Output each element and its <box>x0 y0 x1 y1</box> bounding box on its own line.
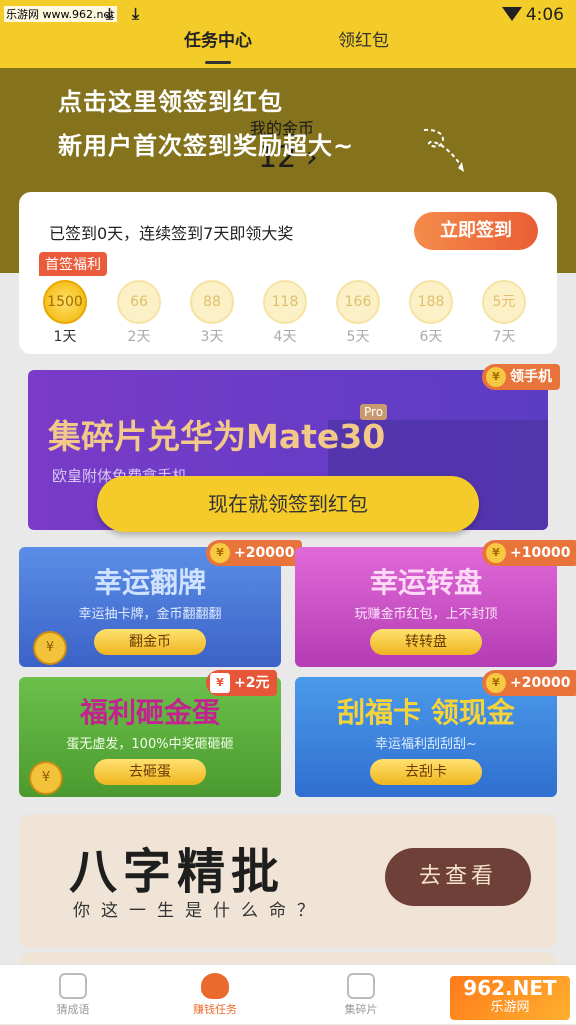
day-item[interactable]: 5元 7天 <box>474 280 534 346</box>
card-desc: 幸运福利刮刮刮~ <box>375 737 477 752</box>
card-title: 福利砸金蛋 <box>79 696 220 729</box>
fan-icon <box>59 973 87 999</box>
puzzle-icon <box>347 973 375 999</box>
reward-badge: ¥ +10000 <box>482 540 576 566</box>
phone-badge: ¥ 领手机 <box>482 364 560 390</box>
wifi-icon <box>502 7 522 21</box>
guide-text-line2: 新用户首次签到奖励超大~ <box>58 132 355 160</box>
claim-red-packet-button[interactable]: 现在就领签到红包 <box>97 476 479 532</box>
bottom-navigation: 猜成语 赚钱任务 集碎片 962.NET 乐游网 <box>0 964 576 1024</box>
nav-label: 集碎片 <box>344 1003 378 1016</box>
money-bag-icon <box>201 973 229 999</box>
day-label: 4天 <box>273 329 297 345</box>
card-title: 幸运转盘 <box>369 566 482 599</box>
guide-arrow-icon <box>423 128 464 172</box>
spin-wheel-button[interactable]: 转转盘 <box>370 629 482 655</box>
card-title: 幸运翻牌 <box>93 566 206 599</box>
coin-icon: 66 <box>117 280 161 324</box>
coin-icon: 5元 <box>482 280 526 324</box>
day-label: 6天 <box>419 329 443 345</box>
view-fortune-button[interactable]: 去查看 <box>385 848 531 906</box>
first-sign-badge: 首签福利 <box>39 252 107 276</box>
clock: 4:06 <box>525 5 564 25</box>
coin-icon: ¥ <box>33 631 67 665</box>
yen-coin-icon: ¥ <box>486 673 506 693</box>
tab-task-center[interactable]: 任务中心 <box>184 30 252 68</box>
day-item[interactable]: 166 5天 <box>328 280 388 346</box>
site-watermark-logo: 962.NET 乐游网 <box>450 976 570 1020</box>
coin-icon: 166 <box>336 280 380 324</box>
download-icon: ⤓ <box>106 4 114 23</box>
day-item[interactable]: 188 6天 <box>401 280 461 346</box>
fortune-title: 八字精批 <box>69 844 286 900</box>
coin-icon: 1500 <box>43 280 87 324</box>
day-item[interactable]: 1500 1天 <box>35 280 95 346</box>
smash-egg-button[interactable]: 去砸蛋 <box>94 759 206 785</box>
day-label: 2天 <box>127 329 151 345</box>
nav-item-collect-fragments[interactable]: 集碎片 <box>316 965 406 1025</box>
day-item[interactable]: 118 4天 <box>255 280 315 346</box>
day-item[interactable]: 66 2天 <box>109 280 169 346</box>
day-label: 7天 <box>492 329 516 345</box>
fortune-subtitle: 你这一生是什么命？ <box>73 901 325 921</box>
sign-in-days: 1500 1天 66 2天 88 3天 118 4天 166 5天 188 6天… <box>35 280 545 345</box>
coin-icon: 188 <box>409 280 453 324</box>
nav-item-guess-idiom[interactable]: 猜成语 <box>28 965 118 1025</box>
day-label: 5天 <box>346 329 370 345</box>
tab-red-packet[interactable]: 领红包 <box>338 30 389 68</box>
flip-coin-button[interactable]: 翻金币 <box>94 629 206 655</box>
day-label: 1天 <box>53 329 77 345</box>
pro-tag: Pro <box>360 404 388 420</box>
sign-in-card: 已签到0天，连续签到7天即领大奖 立即签到 首签福利 1500 1天 66 2天… <box>19 192 557 354</box>
scratch-card-button[interactable]: 去刮卡 <box>370 759 482 785</box>
banner-title: 集碎片兑华为Mate30 <box>48 417 386 456</box>
card-desc: 玩赚金币红包，上不封顶 <box>354 607 498 622</box>
reward-badge: ¥ +20000 <box>206 540 303 566</box>
card-title: 刮福卡 领现金 <box>337 696 515 729</box>
sign-in-button[interactable]: 立即签到 <box>414 212 538 250</box>
top-tab-bar: 任务中心 领红包 <box>0 30 576 68</box>
guide-text-line1: 点击这里领签到红包 <box>58 88 283 116</box>
sign-in-status: 已签到0天，连续签到7天即领大奖 <box>49 224 294 243</box>
download-icon: ⤓ <box>132 4 140 23</box>
day-label: 3天 <box>200 329 224 345</box>
reward-badge: ¥ +20000 <box>482 670 576 696</box>
yen-coin-icon: ¥ <box>486 367 506 387</box>
reward-badge: ¥ +2元 <box>206 670 278 696</box>
fortune-reading-card[interactable]: 八字精批 你这一生是什么命？ 去查看 <box>19 814 557 948</box>
yen-coin-icon: ¥ <box>210 543 230 563</box>
status-bar: 乐游网 www.962.net ⤓ ⤓ 4:06 <box>0 0 576 30</box>
red-packet-icon: ¥ <box>210 673 230 693</box>
card-desc: 幸运抽卡牌，金币翻翻翻 <box>78 607 222 622</box>
nav-label: 赚钱任务 <box>193 1003 237 1016</box>
nav-item-earn-tasks[interactable]: 赚钱任务 <box>170 965 260 1025</box>
coin-icon: 88 <box>190 280 234 324</box>
coin-icon: 118 <box>263 280 307 324</box>
day-item[interactable]: 88 3天 <box>182 280 242 346</box>
source-watermark: 乐游网 www.962.net <box>4 6 117 22</box>
card-desc: 蛋无虚发，100%中奖砸砸砸 <box>66 737 234 752</box>
nav-label: 猜成语 <box>56 1003 90 1016</box>
yen-coin-icon: ¥ <box>486 543 506 563</box>
coin-icon: ¥ <box>29 761 63 795</box>
